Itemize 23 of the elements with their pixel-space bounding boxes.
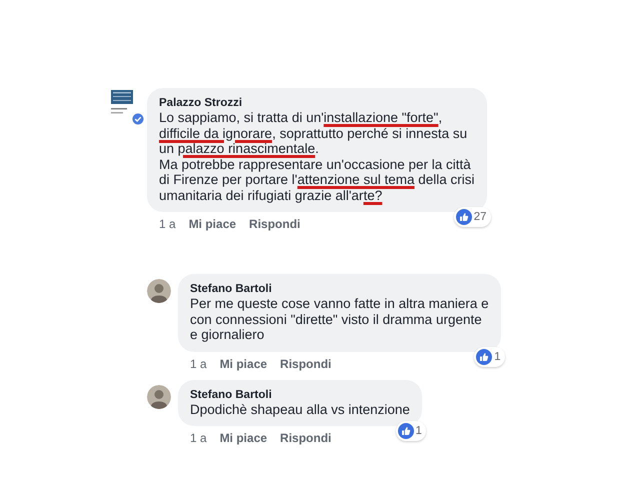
thumbs-up-icon bbox=[398, 423, 414, 439]
reaction-count[interactable]: 1 bbox=[474, 346, 505, 366]
like-link[interactable]: Mi piace bbox=[220, 431, 268, 445]
timestamp: 1 a bbox=[190, 356, 207, 370]
timestamp: 1 a bbox=[159, 217, 176, 231]
author-name[interactable]: Palazzo Strozzi bbox=[159, 96, 474, 110]
reaction-count[interactable]: 1 bbox=[396, 421, 426, 441]
thumbs-up-icon bbox=[456, 209, 472, 225]
author-name[interactable]: Stefano Bartoli bbox=[190, 282, 489, 296]
comment-text: Per me queste cose vanno fatte in altra maniera e con connessioni "dirette" visto il dramma urgente e giornaliero bbox=[190, 296, 489, 342]
thumbs-up-icon bbox=[476, 348, 492, 364]
like-link[interactable]: Mi piace bbox=[188, 217, 236, 231]
timestamp: 1 a bbox=[190, 431, 207, 445]
avatar-icon bbox=[147, 384, 171, 408]
comment-text: Lo sappiamo, si tratta di un'installazione "forte", difficile da ignorare, soprattutto perché si innesta su un palazzo rinascimentale. Ma potrebbe rappresentare un'occasione per la città di Firenze per portare l'attenzione sul tema della crisi umanitaria dei rifugiati grazie all'arte? bbox=[159, 110, 474, 203]
reply-link[interactable]: Rispondi bbox=[280, 356, 332, 370]
author-name[interactable]: Stefano Bartoli bbox=[190, 388, 410, 402]
like-link[interactable]: Mi piace bbox=[220, 356, 268, 370]
reaction-count[interactable]: 27 bbox=[454, 207, 490, 227]
reply-link[interactable]: Rispondi bbox=[280, 431, 332, 445]
reply-link[interactable]: Rispondi bbox=[249, 217, 300, 231]
avatar-icon bbox=[147, 279, 171, 303]
comment-text: Dpodichè shapeau alla vs intenzione bbox=[190, 402, 410, 417]
